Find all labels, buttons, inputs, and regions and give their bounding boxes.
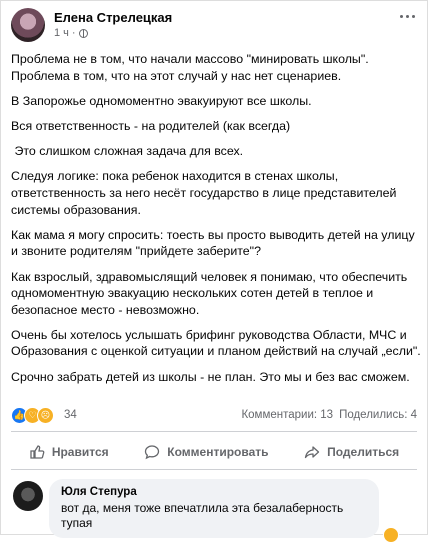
reaction-count[interactable]: 34 bbox=[64, 409, 77, 421]
post-stats: Комментарии: 13 Поделились: 4 bbox=[241, 409, 417, 421]
commenter-name[interactable]: Юля Степура bbox=[61, 485, 367, 499]
post-paragraph: Срочно забрать детей из школы - не план.… bbox=[11, 369, 410, 384]
commenter-avatar[interactable] bbox=[13, 481, 43, 511]
globe-icon bbox=[78, 28, 88, 38]
post-paragraph: Как мама я могу спросить: тоесть вы прос… bbox=[11, 227, 415, 259]
post-time[interactable]: 1 ч bbox=[54, 26, 69, 40]
post-paragraph: Очень бы хотелось услышать брифинг руков… bbox=[11, 327, 421, 359]
post-header: Елена Стрелецкая 1 ч · bbox=[11, 7, 172, 43]
comment-label: Комментировать bbox=[167, 445, 269, 459]
post-paragraph: Следуя логике: пока ребенок находится в … bbox=[11, 169, 397, 217]
sad-reaction-icon: ☹ bbox=[37, 406, 54, 424]
post-card: Елена Стрелецкая 1 ч · Проблема не в том… bbox=[0, 0, 428, 543]
comment-text: вот да, меня тоже впечатлила эта безалаб… bbox=[61, 501, 344, 530]
comments-count[interactable]: Комментарии: 13 bbox=[241, 409, 333, 421]
header-text: Елена Стрелецкая 1 ч · bbox=[54, 10, 172, 40]
share-button[interactable]: Поделиться bbox=[304, 444, 399, 460]
share-icon bbox=[304, 446, 320, 459]
comment-reaction-icon[interactable] bbox=[383, 527, 399, 543]
comment-button[interactable]: Комментировать bbox=[144, 444, 269, 460]
author-name[interactable]: Елена Стрелецкая bbox=[54, 10, 172, 26]
reaction-icons[interactable]: 👍 ♡ ☹ bbox=[11, 406, 54, 424]
post-paragraph: В Запорожье одномоментно эвакуируют все … bbox=[11, 93, 312, 108]
divider bbox=[11, 469, 417, 470]
post-paragraph: Как взрослый, здравомыслящий человек я п… bbox=[11, 269, 408, 317]
reactions-bar: 👍 ♡ ☹ 34 Комментарии: 13 Поделились: 4 bbox=[11, 404, 417, 426]
like-button[interactable]: Нравится bbox=[29, 444, 109, 460]
post-text: Проблема не в том, что начали массово "м… bbox=[11, 51, 421, 394]
thumbs-up-icon bbox=[30, 445, 45, 459]
post-meta: 1 ч · bbox=[54, 26, 172, 40]
like-label: Нравится bbox=[51, 445, 109, 459]
post-paragraph: Проблема не в том, что начали массово "м… bbox=[11, 52, 369, 83]
share-label: Поделиться bbox=[327, 445, 400, 459]
divider bbox=[11, 431, 417, 432]
post-actions: Нравится Комментировать Поделиться bbox=[11, 437, 417, 467]
author-avatar[interactable] bbox=[11, 8, 45, 42]
comment-bubble: Юля Степура вот да, меня тоже впечатлила… bbox=[49, 479, 379, 538]
shares-count[interactable]: Поделились: 4 bbox=[339, 409, 417, 421]
comment-item: Юля Степура вот да, меня тоже впечатлила… bbox=[13, 479, 399, 543]
post-paragraph: Это слишком сложная задача для всех. bbox=[11, 144, 244, 159]
more-options-icon[interactable] bbox=[400, 15, 415, 18]
comment-icon bbox=[145, 445, 160, 460]
post-paragraph: Вся ответственность - на родителей (как … bbox=[11, 118, 291, 133]
meta-separator: · bbox=[71, 27, 76, 39]
